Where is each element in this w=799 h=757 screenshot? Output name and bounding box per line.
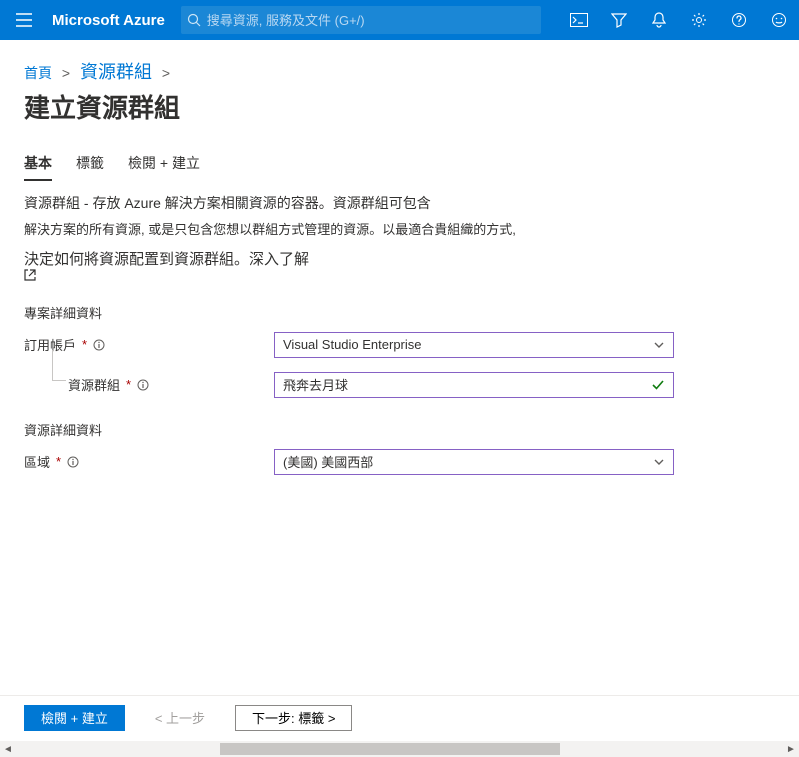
search-icon xyxy=(187,13,201,27)
settings-button[interactable] xyxy=(679,0,719,40)
description-line2: 解決方案的所有資源, 或是只包含您想以群組方式管理的資源。以最適合貴組織的方式, xyxy=(24,220,664,240)
bell-icon xyxy=(652,12,666,28)
horizontal-scrollbar[interactable]: ◄ ► xyxy=(0,741,799,757)
hamburger-icon xyxy=(16,13,32,27)
info-icon[interactable] xyxy=(93,339,105,351)
hamburger-menu[interactable] xyxy=(0,0,48,40)
scroll-right-arrow[interactable]: ► xyxy=(783,741,799,757)
tabs: 基本 標籤 檢閱 + 建立 xyxy=(24,149,775,181)
input-resource-group[interactable]: 飛奔去月球 xyxy=(274,372,674,398)
select-region-value: (美國) 美國西部 xyxy=(283,452,373,471)
top-actions xyxy=(559,0,799,40)
select-subscription[interactable]: Visual Studio Enterprise xyxy=(274,332,674,358)
breadcrumb: 首頁 > 資源群組 > xyxy=(24,58,775,84)
description-line1: 資源群組 - 存放 Azure 解決方案相關資源的容器。資源群組可包含 xyxy=(24,193,664,214)
required-marker: * xyxy=(56,454,61,469)
chevron-down-icon xyxy=(653,456,665,468)
next-button[interactable]: 下一步: 標籤 > xyxy=(235,705,352,731)
help-button[interactable] xyxy=(719,0,759,40)
required-marker: * xyxy=(126,377,131,392)
learn-more-link[interactable]: 深入了解 xyxy=(249,251,309,268)
section-project-details: 專案詳細資料 xyxy=(24,303,775,322)
brand-label: Microsoft Azure xyxy=(48,12,181,29)
notifications-button[interactable] xyxy=(639,0,679,40)
breadcrumb-sep: > xyxy=(56,65,76,81)
input-resource-group-value: 飛奔去月球 xyxy=(283,375,348,394)
chevron-down-icon xyxy=(653,339,665,351)
gear-icon xyxy=(691,12,707,28)
feedback-button[interactable] xyxy=(759,0,799,40)
label-subscription: 訂用帳戶 * xyxy=(24,335,274,354)
tab-basics[interactable]: 基本 xyxy=(24,149,52,181)
select-subscription-value: Visual Studio Enterprise xyxy=(283,337,422,352)
directory-filter-button[interactable] xyxy=(599,0,639,40)
cloud-shell-button[interactable] xyxy=(559,0,599,40)
content-area: 首頁 > 資源群組 > 建立資源群組 基本 標籤 檢閱 + 建立 資源群組 - … xyxy=(0,40,799,695)
search-input[interactable] xyxy=(207,13,535,28)
label-subscription-text: 訂用帳戶 xyxy=(24,335,76,354)
info-icon[interactable] xyxy=(67,456,79,468)
page-title: 建立資源群組 xyxy=(24,88,775,125)
prev-button[interactable]: < 上一步 xyxy=(139,705,221,731)
row-resource-group: 資源群組 * 飛奔去月球 xyxy=(24,372,775,398)
select-region[interactable]: (美國) 美國西部 xyxy=(274,449,674,475)
description-prefix: 決定如何將資源配置到資源群組。 xyxy=(24,251,249,268)
breadcrumb-sep-2: > xyxy=(156,65,176,81)
breadcrumb-home[interactable]: 首頁 xyxy=(24,65,52,81)
section-resource-details: 資源詳細資料 xyxy=(24,420,775,439)
row-subscription: 訂用帳戶 * Visual Studio Enterprise xyxy=(24,332,775,358)
scroll-thumb[interactable] xyxy=(220,743,560,755)
breadcrumb-current[interactable]: 資源群組 xyxy=(80,62,152,82)
label-resource-group: 資源群組 * xyxy=(24,375,274,394)
label-region: 區域 * xyxy=(24,452,274,471)
cloud-shell-icon xyxy=(570,13,588,27)
review-create-button[interactable]: 檢閱 + 建立 xyxy=(24,705,125,731)
label-resource-group-text: 資源群組 xyxy=(68,375,120,394)
smiley-icon xyxy=(771,12,787,28)
info-icon[interactable] xyxy=(137,379,149,391)
search-box[interactable] xyxy=(181,6,541,34)
scroll-left-arrow[interactable]: ◄ xyxy=(0,741,16,757)
help-icon xyxy=(731,12,747,28)
tab-tags[interactable]: 標籤 xyxy=(76,149,104,181)
filter-icon xyxy=(611,12,627,28)
required-marker: * xyxy=(82,337,87,352)
check-icon xyxy=(651,378,665,392)
description-line3: 決定如何將資源配置到資源群組。深入了解 xyxy=(24,248,775,281)
top-bar: Microsoft Azure xyxy=(0,0,799,40)
row-region: 區域 * (美國) 美國西部 xyxy=(24,449,775,475)
external-link-icon[interactable] xyxy=(24,269,775,281)
footer: 檢閱 + 建立 < 上一步 下一步: 標籤 > xyxy=(0,695,799,739)
tab-review[interactable]: 檢閱 + 建立 xyxy=(128,149,200,181)
label-region-text: 區域 xyxy=(24,452,50,471)
